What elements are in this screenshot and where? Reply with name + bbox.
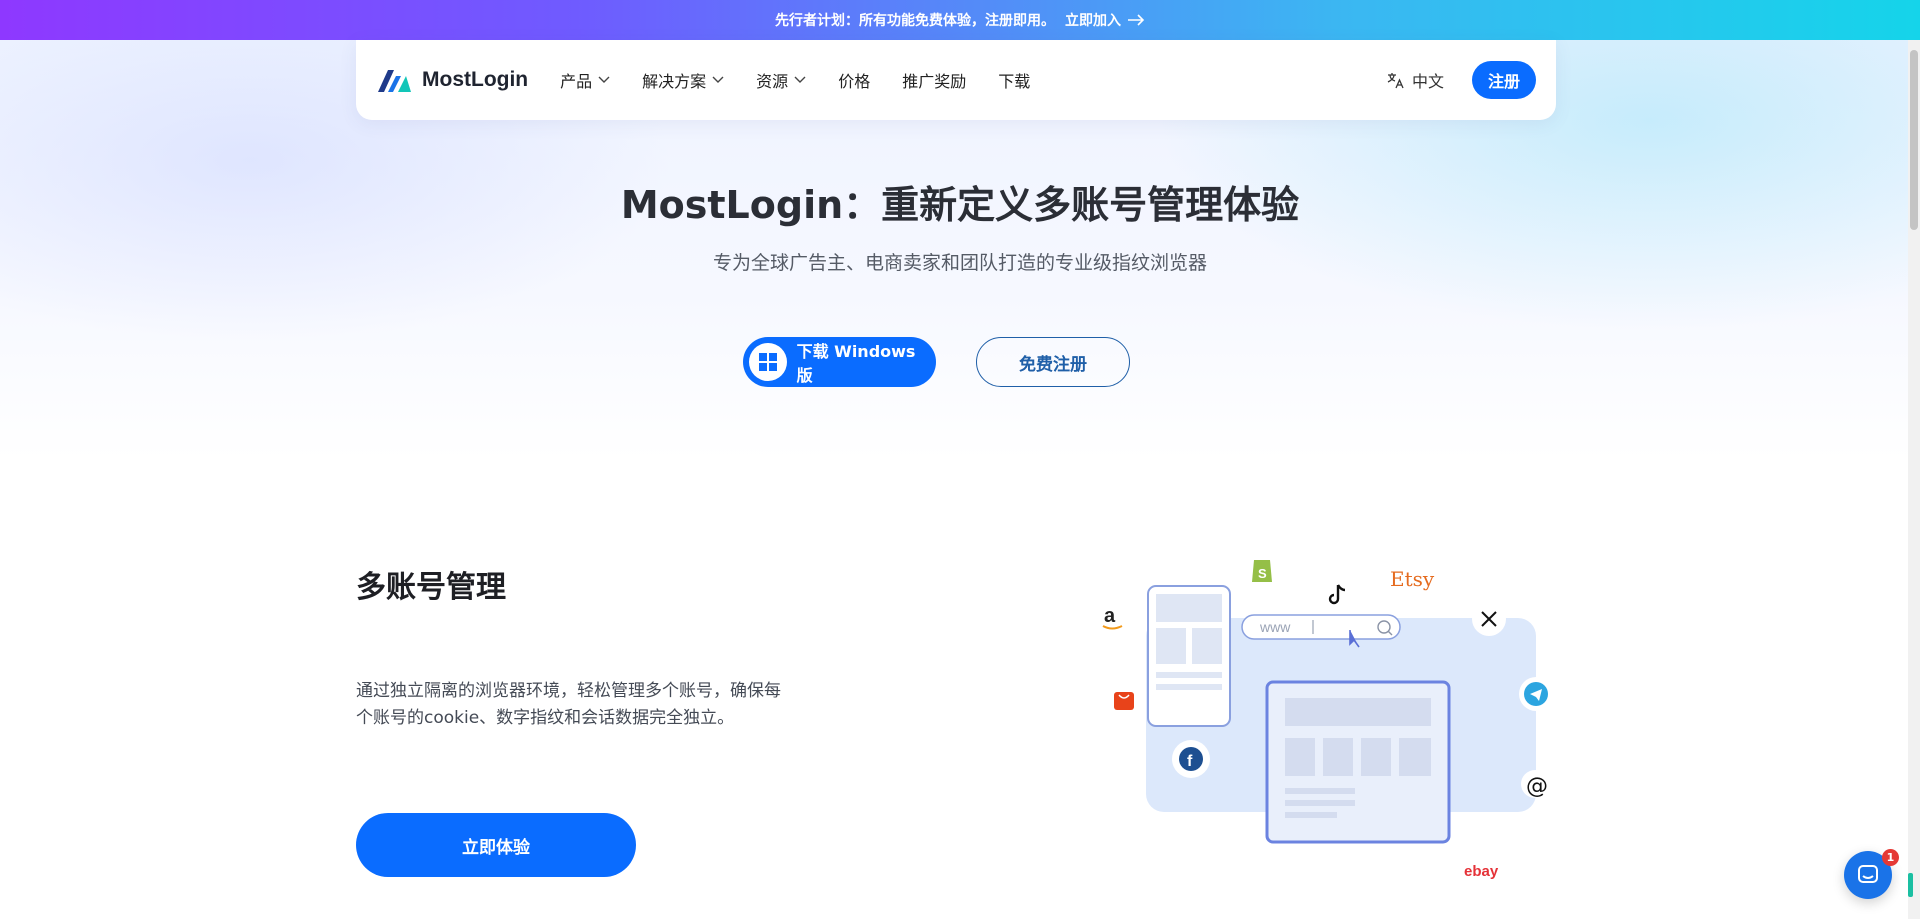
announcement-text: 先行者计划：所有功能免费体验，注册即用。 bbox=[775, 13, 1055, 29]
nav-right: 中文 注册 bbox=[1386, 61, 1536, 99]
browser-tile bbox=[1399, 738, 1431, 776]
windows-logo bbox=[749, 343, 787, 381]
nav-item-label: 解决方案 bbox=[642, 72, 707, 91]
browser-tile bbox=[1361, 738, 1391, 776]
hero-actions: 下载 Windows版 免费注册 bbox=[743, 337, 1130, 387]
nav-item-label: 价格 bbox=[838, 72, 871, 91]
browser-tile bbox=[1323, 738, 1353, 776]
nav-item-label: 产品 bbox=[560, 72, 593, 91]
feature-description: 通过独立隔离的浏览器环境，轻松管理多个账号，确保每个账号的cookie、数字指纹… bbox=[356, 681, 781, 728]
nav-item-label: 下载 bbox=[998, 72, 1031, 91]
download-windows-label: 下载 Windows版 bbox=[796, 342, 916, 385]
mostlogin-logo-icon bbox=[378, 70, 411, 92]
language-switcher[interactable]: 中文 bbox=[1386, 68, 1444, 92]
phone-text-line bbox=[1156, 672, 1222, 678]
nav-menu: 产品 解决方案 资源 价格 推广奖励 下载 bbox=[560, 68, 1030, 92]
try-now-button[interactable]: 立即体验 bbox=[356, 813, 636, 877]
multi-account-illustration: www a S Etsy f @ ebay bbox=[1102, 560, 1553, 880]
browser-header-block bbox=[1285, 698, 1431, 726]
language-label: 中文 bbox=[1411, 72, 1444, 91]
nav-item-download[interactable]: 下载 bbox=[998, 68, 1030, 92]
main-navbar: MostLogin 产品 解决方案 资源 价格 推广奖励 下载 中文 注册 bbox=[356, 40, 1556, 120]
brand-name: MostLogin bbox=[422, 68, 529, 91]
join-now-label: 立即加入 bbox=[1065, 13, 1121, 29]
chevron-down-icon bbox=[712, 76, 724, 83]
ebay-icon: ebay bbox=[1464, 863, 1499, 880]
chevron-down-icon bbox=[794, 76, 806, 83]
page-subtitle: 专为全球广告主、电商卖家和团队打造的专业级指纹浏览器 bbox=[712, 252, 1207, 274]
nav-item-label: 资源 bbox=[756, 72, 789, 91]
announcement-bar: 先行者计划：所有功能免费体验，注册即用。 立即加入 bbox=[0, 0, 1920, 40]
url-placeholder: www bbox=[1259, 619, 1291, 635]
nav-item-label: 推广奖励 bbox=[902, 72, 967, 91]
feature-title: 多账号管理 bbox=[356, 570, 506, 605]
phone-tile-left bbox=[1156, 628, 1186, 664]
nav-item-affiliate[interactable]: 推广奖励 bbox=[902, 68, 966, 92]
windows-icon bbox=[758, 353, 777, 371]
browser-text-line bbox=[1285, 800, 1355, 806]
etsy-icon: Etsy bbox=[1390, 567, 1435, 591]
shopify-mark: S bbox=[1258, 566, 1267, 581]
phone-header-block bbox=[1156, 594, 1222, 622]
arrow-right-icon bbox=[1128, 14, 1145, 26]
chevron-down-icon bbox=[598, 76, 610, 83]
browser-tile bbox=[1285, 738, 1315, 776]
nav-item-solutions[interactable]: 解决方案 bbox=[642, 68, 724, 92]
amazon-icon: a bbox=[1104, 605, 1116, 627]
facebook-mark: f bbox=[1187, 753, 1193, 770]
phone-tile-right bbox=[1192, 628, 1222, 664]
brand-logo[interactable]: MostLogin bbox=[376, 66, 528, 94]
nav-item-products[interactable]: 产品 bbox=[560, 68, 610, 92]
browser-text-line bbox=[1285, 812, 1337, 818]
free-register-button[interactable]: 免费注册 bbox=[976, 337, 1130, 387]
register-button[interactable]: 注册 bbox=[1471, 61, 1536, 99]
threads-icon: @ bbox=[1526, 774, 1548, 799]
tiktok-icon bbox=[1328, 584, 1346, 605]
scrollbar-thumb[interactable] bbox=[1910, 50, 1918, 230]
page-scrollbar[interactable] bbox=[1908, 40, 1920, 919]
download-windows-button[interactable]: 下载 Windows版 bbox=[743, 337, 936, 387]
join-now-link[interactable]: 立即加入 bbox=[1065, 10, 1145, 30]
shopping-bag-icon bbox=[1114, 692, 1134, 710]
nav-item-pricing[interactable]: 价格 bbox=[838, 68, 870, 92]
page-title: MostLogin：重新定义多账号管理体验 bbox=[620, 183, 1300, 227]
nav-item-resources[interactable]: 资源 bbox=[756, 68, 806, 92]
translate-icon bbox=[1387, 73, 1404, 89]
chat-notification-badge: 1 bbox=[1882, 849, 1899, 866]
chat-icon bbox=[1858, 865, 1878, 883]
side-accent-bar bbox=[1908, 873, 1913, 897]
browser-text-line bbox=[1285, 788, 1355, 794]
phone-text-line bbox=[1156, 684, 1222, 690]
